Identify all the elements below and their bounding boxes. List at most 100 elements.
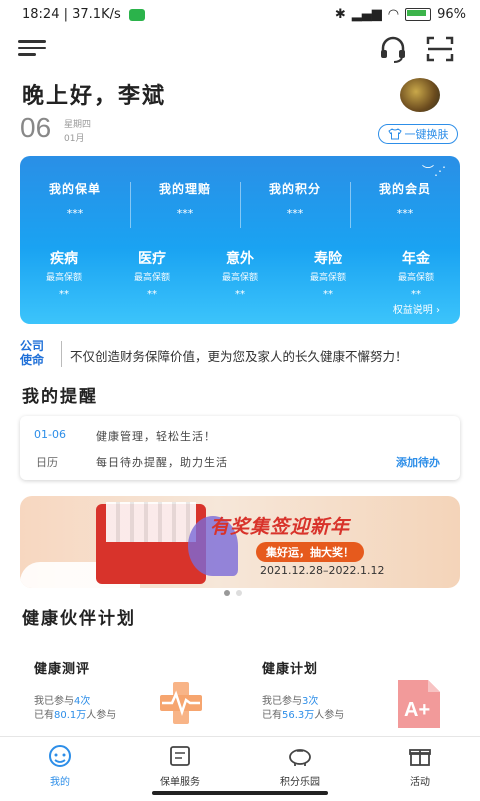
calendar-text: 每日待办提醒，助力生活 [96,456,228,469]
coverage-annuity-label: 年金 [402,251,430,267]
eye-icon[interactable]: ︶⋰ [422,162,446,179]
battery-level: 96% [437,7,466,22]
my-membership-label: 我的会员 [378,182,431,196]
pulse-icon [160,682,202,724]
policy-summary-card: ︶⋰ 我的保单 *** 我的理赔 *** 我的积分 *** 我的会员 *** 疾… [20,156,460,324]
signal-icon: ▂▄▆ [351,7,382,22]
coverage-disease[interactable]: 疾病 最高保额 ** [20,248,108,300]
coverage-life[interactable]: 寿险 最高保额 ** [284,248,372,300]
reminder-text: 健康管理，轻松生活！ [96,430,216,443]
coverage-annuity-value: ** [411,289,421,300]
wifi-icon: ◠ [387,7,400,22]
my-membership-value: *** [396,207,414,220]
health-plan-title: 健康计划 [262,662,319,677]
coverage-medical-value: ** [147,289,157,300]
my-membership[interactable]: 我的会员 *** [350,180,460,228]
health-assessment-my-count: 我已参与4次 [34,696,91,707]
coverage-life-label: 寿险 [314,251,342,267]
mission-logo: 公司 使命 [20,339,54,367]
grade-icon: A+ [398,680,440,728]
my-policy-value: *** [66,207,84,220]
mission-divider [61,341,62,367]
carousel-dot[interactable] [224,590,230,596]
coverage-accident-label: 意外 [226,251,254,267]
health-plan-card[interactable]: 健康计划 我已参与3次 已有56.3万人参与 A+ [248,646,462,730]
tab-mine-label: 我的 [50,777,70,788]
coverage-annuity[interactable]: 年金 最高保额 ** [372,248,460,300]
coverage-life-sub: 最高保额 [309,273,346,283]
network-speed: 37.1K/s [72,7,121,22]
coverage-medical-sub: 最高保额 [133,273,170,283]
my-policy-label: 我的保单 [48,182,101,196]
date-day: 06 [20,112,52,143]
bluetooth-icon: ✱ [334,7,346,22]
policy-icon [170,746,190,766]
status-time: 18:24 [22,7,60,22]
coverage-accident[interactable]: 意外 最高保额 ** [196,248,284,300]
user-icon [49,745,71,767]
add-todo-button[interactable]: 添加待办 [396,454,440,470]
my-claims-label: 我的理赔 [158,182,211,196]
menu-icon[interactable] [18,36,46,60]
home-indicator[interactable] [152,791,328,795]
health-section-title: 健康伙伴计划 [22,609,136,629]
greeting-title: 晚上好，李斌 [22,83,167,109]
my-points-value: *** [286,207,304,220]
banner-subtitle: 集好运，抽大奖！ [256,542,364,562]
reminder-card[interactable]: 01-06 健康管理，轻松生活！ 日历 每日待办提醒，助力生活 添加待办 [20,416,460,480]
health-plan-total: 已有56.3万人参与 [262,710,345,721]
coverage-annuity-sub: 最高保额 [397,273,434,283]
health-assessment-total: 已有80.1万人参与 [34,710,117,721]
my-points[interactable]: 我的积分 *** [240,180,350,228]
shirt-icon [387,128,402,140]
coverage-accident-sub: 最高保额 [221,273,258,283]
status-bar: 18:24 | 37.1K/s ✱ ▂▄▆ ◠ 96% [0,0,480,30]
carousel-dot[interactable] [236,590,242,596]
reminder-section-title: 我的提醒 [22,387,98,407]
banner-title: 有奖集签迎新年 [210,516,351,538]
health-assessment-title: 健康测评 [34,662,91,677]
status-left: 18:24 | 37.1K/s [22,7,145,22]
summary-top-row: 我的保单 *** 我的理赔 *** 我的积分 *** 我的会员 *** [20,180,460,228]
my-policy[interactable]: 我的保单 *** [20,180,130,220]
promo-banner[interactable]: 有奖集签迎新年 集好运，抽大奖！ 2021.12.28–2022.1.12 [20,496,460,588]
coverage-disease-value: ** [59,289,69,300]
rights-description-link[interactable]: 权益说明 › [393,301,440,316]
calendar-label: 日历 [36,456,58,469]
tab-activities-label: 活动 [410,777,430,788]
carousel-dots [224,590,242,596]
gift-icon [409,749,431,766]
tab-policy-service-label: 保单服务 [160,777,200,788]
tab-activities[interactable]: 活动 [360,737,480,801]
scan-icon[interactable] [426,36,454,62]
change-skin-button[interactable]: 一键换肤 [378,124,458,144]
battery-icon [405,8,432,21]
headset-icon[interactable] [378,34,408,64]
banner-dates: 2021.12.28–2022.1.12 [260,564,385,577]
status-right: ✱ ▂▄▆ ◠ 96% [335,7,466,22]
coverage-life-value: ** [323,289,333,300]
reminder-date: 01-06 [34,428,66,441]
mission-logo-line2: 使命 [20,353,45,367]
my-claims-value: *** [176,207,194,220]
wechat-icon [128,8,145,21]
mission-logo-line1: 公司 [20,339,45,353]
health-plan-my-count: 我已参与3次 [262,696,319,707]
change-skin-label: 一键换肤 [404,128,449,141]
date-month: 01月 [64,134,85,144]
coverage-disease-sub: 最高保额 [45,273,82,283]
coverage-disease-label: 疾病 [50,251,78,267]
coverage-row: 疾病 最高保额 ** 医疗 最高保额 ** 意外 最高保额 ** 寿险 最高保额… [20,248,460,300]
mission-text: 不仅创造财务保障价值，更为您及家人的长久健康不懈努力！ [70,349,408,364]
coverage-accident-value: ** [235,289,245,300]
tab-mine[interactable]: 我的 [0,737,120,801]
svg-text:A+: A+ [404,699,430,721]
avatar[interactable] [400,78,440,112]
coverage-medical-label: 医疗 [138,251,166,267]
my-claims[interactable]: 我的理赔 *** [130,180,240,228]
piggy-bank-icon [289,749,311,766]
date-weekday: 星期四 [64,120,92,130]
coverage-medical[interactable]: 医疗 最高保额 ** [108,248,196,300]
tab-points-park-label: 积分乐园 [280,777,320,788]
health-assessment-card[interactable]: 健康测评 我已参与4次 已有80.1万人参与 [20,646,224,730]
